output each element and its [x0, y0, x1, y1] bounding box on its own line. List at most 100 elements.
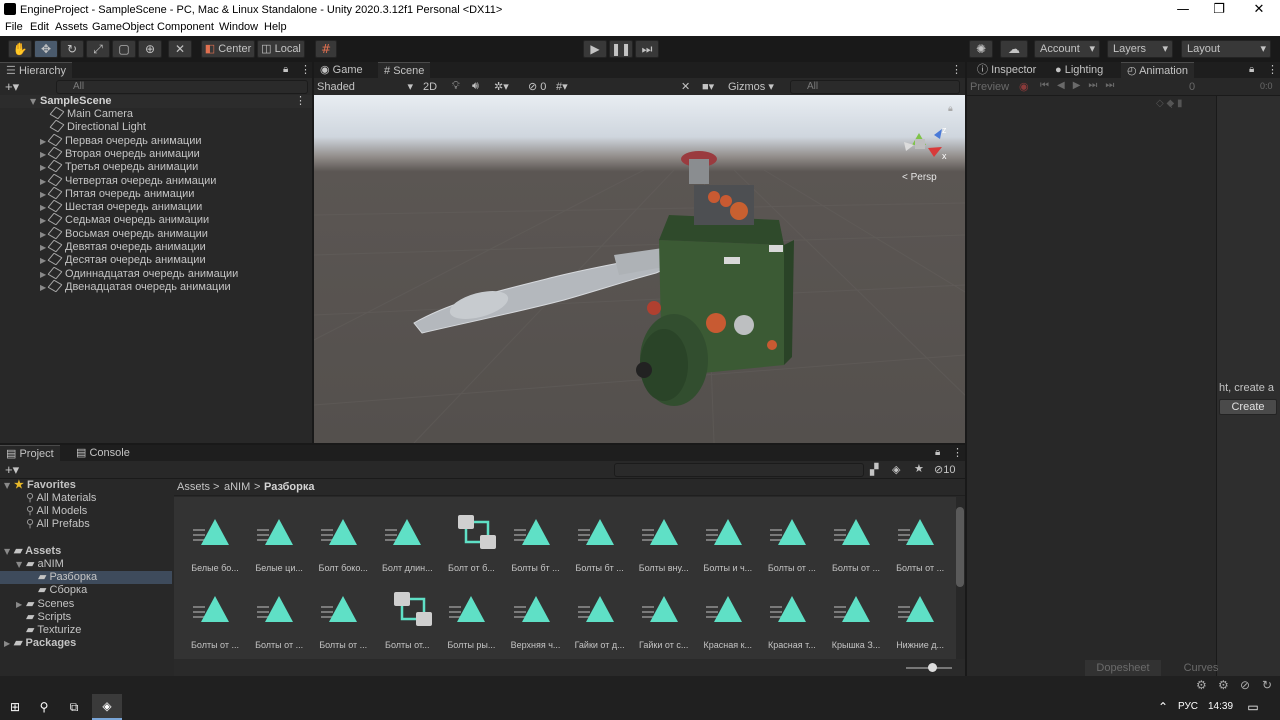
expand-arrow-icon[interactable]: ▼ [4, 479, 14, 492]
account-dropdown[interactable]: Account ▾ [1034, 40, 1100, 58]
animation-clip-asset[interactable]: Болты от ... [761, 501, 823, 573]
language-indicator[interactable]: РУС [1178, 701, 1198, 712]
hierarchy-item[interactable]: ▶ Десятая очередь анимации [0, 252, 206, 267]
breadcrumb-assets[interactable]: Assets [177, 481, 210, 493]
breadcrumb-razborka[interactable]: Разборка [264, 481, 315, 493]
snap-grid-icon[interactable]: # [315, 40, 337, 58]
tools-icon[interactable]: ✕ [681, 80, 690, 93]
zoom-slider-thumb[interactable] [928, 663, 937, 672]
scene-viewport[interactable]: z x < Persp 🔒︎ [314, 95, 965, 443]
menu-file[interactable]: File [5, 21, 23, 33]
move-tool-icon[interactable]: ✥ [34, 40, 58, 58]
unity-taskbar-button[interactable]: ◈ [92, 694, 122, 720]
layers-dropdown[interactable]: Layers ▾ [1107, 40, 1173, 58]
animation-clip-asset[interactable]: Болты от ... [184, 578, 246, 650]
add-icon[interactable]: +▾ [5, 79, 19, 95]
folder-razborka[interactable]: ▰ Разборка [0, 571, 172, 584]
favorite-all-models[interactable]: ⚲ All Models [0, 505, 87, 518]
projection-toggle[interactable]: < Persp [902, 172, 937, 183]
lock-icon[interactable]: 🔒︎ [935, 447, 940, 458]
animation-clip-asset[interactable]: Гайки от с... [633, 578, 695, 650]
play-button-icon[interactable]: ▶ [583, 40, 607, 58]
create-button[interactable]: Create [1219, 399, 1277, 415]
animator-controller-asset[interactable]: Болты от... [376, 578, 438, 650]
more-options-icon[interactable]: ⋮ [1267, 63, 1278, 76]
expand-arrow-icon[interactable]: ▶ [16, 598, 26, 611]
hierarchy-search-input[interactable]: All [56, 80, 308, 94]
animation-clip-asset[interactable]: Белые ци... [248, 501, 310, 573]
filter-label-icon[interactable]: ◈ [892, 463, 900, 476]
record-icon[interactable]: ◉ [1019, 80, 1029, 93]
effects-toggle-icon[interactable]: ✲▾ [494, 80, 509, 93]
add-icon[interactable]: +▾ [5, 462, 19, 478]
audio-toggle-icon[interactable]: 🔊︎ [472, 80, 479, 93]
folder-sborka[interactable]: ▰ Сборка [0, 584, 87, 597]
hidden-packages-toggle[interactable]: ⊘10 [934, 463, 955, 476]
gizmos-dropdown[interactable]: Gizmos ▾ [728, 80, 780, 93]
cloud-icon[interactable]: ☁ [1000, 40, 1028, 58]
add-keyframe-icon[interactable]: ◇ ◆̣ ▮ [1156, 98, 1182, 109]
progress-icon[interactable]: ⚙ [1218, 678, 1229, 692]
tab-inspector[interactable]: ⓘ Inspector [971, 62, 1042, 78]
animation-clip-asset[interactable]: Болты бт ... [505, 501, 567, 573]
assets-row[interactable]: ▼ ▰ Assets [0, 545, 61, 558]
animation-clip-asset[interactable]: Болты и ч... [697, 501, 759, 573]
asset-grid-scrollbar[interactable] [956, 507, 964, 587]
animation-clip-asset[interactable]: Гайки от д... [569, 578, 631, 650]
search-icon[interactable]: ⚲ [37, 700, 51, 714]
animation-clip-asset[interactable]: Болты вну... [633, 501, 695, 573]
menu-edit[interactable]: Edit [30, 21, 49, 33]
layout-dropdown[interactable]: Layout ▾ [1181, 40, 1271, 58]
animation-clip-asset[interactable]: Верхняя ч... [505, 578, 567, 650]
grid-toggle-icon[interactable]: #▾ [556, 80, 568, 93]
cache-icon[interactable]: ⊘ [1240, 678, 1250, 692]
folder-scripts[interactable]: ▰ Scripts [0, 611, 71, 624]
filter-type-icon[interactable]: ▞ [870, 463, 878, 476]
hierarchy-item[interactable]: ▶ Восьмая очередь анимации [0, 226, 208, 241]
lock-icon[interactable]: 🔒︎ [948, 103, 953, 114]
hierarchy-item[interactable]: Main Camera [0, 106, 133, 121]
expand-arrow-icon[interactable]: ▶ [4, 637, 14, 650]
tab-hierarchy[interactable]: ☰ Hierarchy [0, 62, 73, 78]
animation-clip-asset[interactable]: Красная т... [761, 578, 823, 650]
hidden-objects-icon[interactable]: ⊘ 0 [528, 80, 546, 93]
pause-button-icon[interactable]: ❚❚ [609, 40, 633, 58]
breadcrumb-anim[interactable]: aNIM [224, 481, 250, 493]
lighting-toggle-icon[interactable]: 💡︎ [452, 80, 460, 93]
favorite-all-materials[interactable]: ⚲ All Materials [0, 492, 96, 505]
preview-button[interactable]: Preview [970, 81, 1009, 93]
clock[interactable]: 14:39 [1208, 701, 1233, 712]
more-options-icon[interactable]: ⋮ [300, 63, 311, 76]
animation-clip-asset[interactable]: Красная к... [697, 578, 759, 650]
folder-texturize[interactable]: ▰ Texturize [0, 624, 81, 637]
scale-tool-icon[interactable]: ⤢ [86, 40, 110, 58]
hierarchy-item[interactable]: ▶ Седьмая очередь анимации [0, 213, 209, 227]
tab-scene[interactable]: # Scene [378, 62, 431, 78]
pivot-center-button[interactable]: ◧ Center [201, 40, 255, 58]
folder-anim[interactable]: ▼ ▰ aNIM [0, 558, 64, 571]
animation-clip-asset[interactable]: Болты от ... [312, 578, 374, 650]
scene-root-row[interactable]: ▼ SampleScene ⋮ [0, 95, 312, 108]
hierarchy-item[interactable]: Directional Light [0, 119, 146, 134]
hierarchy-item[interactable]: ▶ Пятая очередь анимации [0, 186, 194, 201]
scene-search-input[interactable]: All [790, 80, 960, 94]
hierarchy-item[interactable]: ▶ Четвертая очередь анимации [0, 173, 216, 188]
hierarchy-item[interactable]: ▶ Одиннадцатая очередь анимации [0, 266, 238, 281]
collab-icon[interactable]: ↻ [1262, 678, 1272, 692]
transform-tool-icon[interactable]: ⊕ [138, 40, 162, 58]
mode-2d-toggle[interactable]: 2D [423, 81, 437, 93]
maximize-button[interactable]: ❐ [1199, 0, 1239, 20]
tray-chevron-icon[interactable]: ⌃ [1156, 700, 1170, 714]
animator-controller-asset[interactable]: Болт от б... [440, 501, 502, 573]
packages-row[interactable]: ▶ ▰ Packages [0, 637, 76, 650]
hierarchy-item[interactable]: ▶ Первая очередь анимации [0, 133, 202, 148]
notifications-icon[interactable]: ▭ [1246, 700, 1260, 714]
hierarchy-item[interactable]: ▶ Вторая очередь анимации [0, 146, 200, 161]
hierarchy-item[interactable]: ▶ Третья очередь анимации [0, 159, 198, 174]
more-options-icon[interactable]: ⋮ [952, 446, 963, 459]
favorite-all-prefabs[interactable]: ⚲ All Prefabs [0, 518, 90, 531]
tab-lighting[interactable]: ● Lighting [1049, 62, 1109, 78]
tab-curves[interactable]: Curves [1163, 660, 1239, 676]
hierarchy-item[interactable]: ▶ Двенадцатая очередь анимации [0, 279, 231, 294]
frame-field[interactable]: 0 [1189, 81, 1195, 93]
